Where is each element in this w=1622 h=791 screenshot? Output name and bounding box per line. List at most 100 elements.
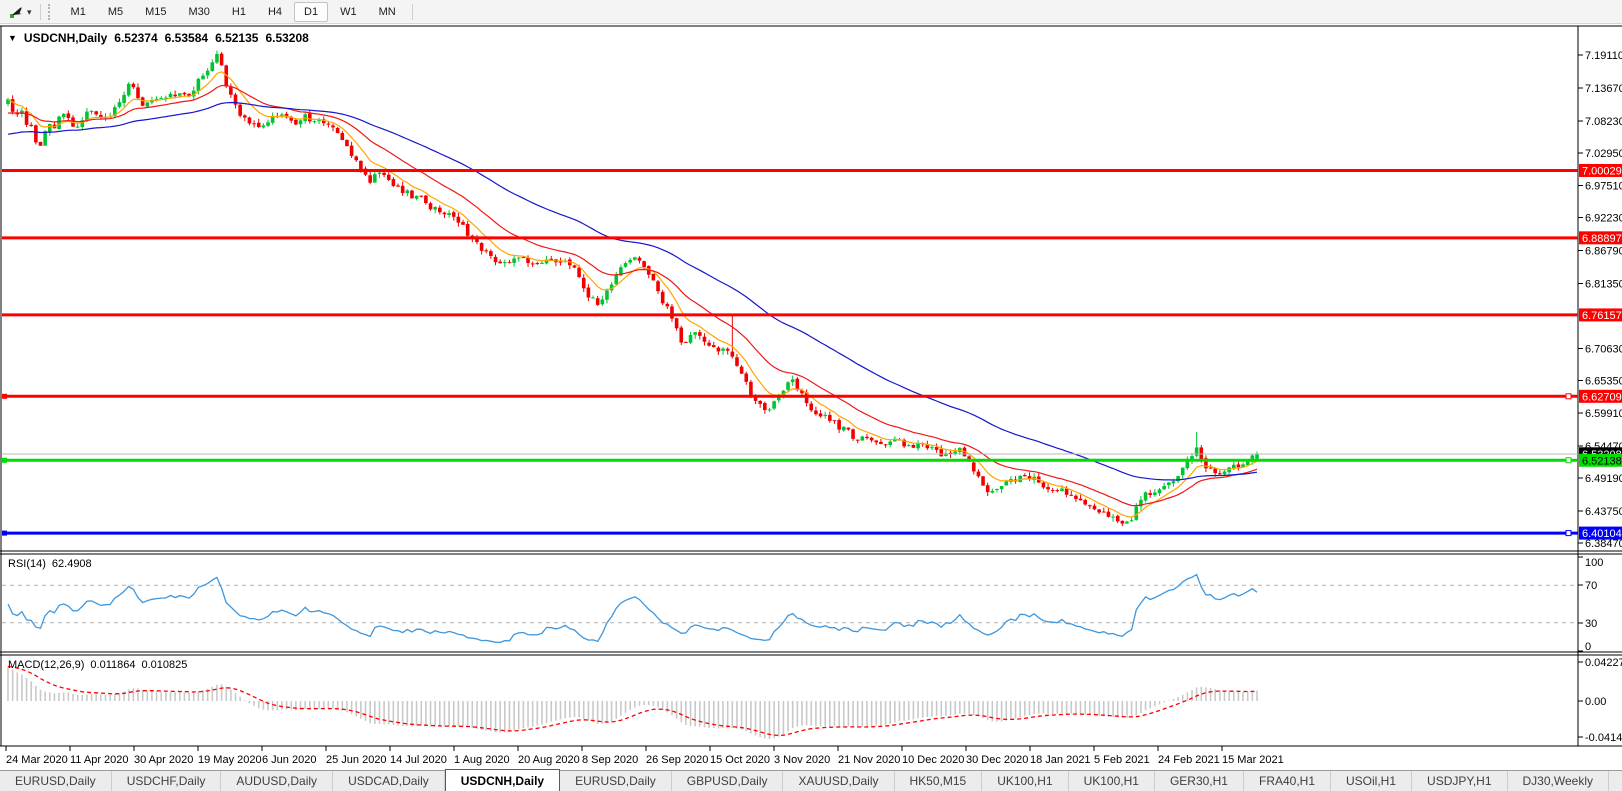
- candle-body: [438, 208, 442, 213]
- candle-body: [141, 97, 145, 105]
- y-axis-label: 7.02950: [1585, 148, 1622, 160]
- tab-usdcnh-daily[interactable]: USDCNH,Daily: [445, 769, 560, 791]
- candle-body: [814, 411, 818, 415]
- y-axis-label: 6.59910: [1585, 408, 1622, 420]
- candle-body: [424, 196, 428, 203]
- line-handle-right[interactable]: [1566, 458, 1571, 463]
- rsi-panel-label: RSI(14) 62.4908: [8, 558, 92, 570]
- candle-body: [684, 342, 688, 343]
- x-axis-date-label: 3 Nov 2020: [774, 754, 830, 766]
- candle-body: [1093, 506, 1097, 510]
- mt4-terminal: { "toolbar": { "dropdown_caret": "▾", "t…: [0, 0, 1622, 791]
- candle-body: [517, 257, 521, 258]
- candle-body: [145, 102, 149, 106]
- candle-body: [48, 124, 52, 132]
- candle-body: [433, 207, 437, 210]
- candle-body: [503, 262, 507, 263]
- candle-body: [336, 128, 340, 133]
- candle-body: [763, 403, 767, 410]
- candle-body: [480, 243, 484, 251]
- candle-body: [169, 94, 173, 97]
- candle-body: [266, 122, 270, 125]
- candle-body: [1209, 468, 1213, 469]
- candle-body: [220, 54, 224, 66]
- chart-canvas[interactable]: 7.191107.136707.082307.029506.975106.922…: [0, 0, 1622, 791]
- candle-body: [1097, 509, 1101, 512]
- price-tag-6.40104: 6.40104: [1579, 527, 1622, 541]
- x-axis-date-label: 1 Aug 2020: [454, 754, 510, 766]
- candle-body: [573, 265, 577, 267]
- y-axis-label: 6.86790: [1585, 246, 1622, 258]
- candle-body: [1199, 447, 1203, 459]
- candle-body: [401, 186, 405, 193]
- x-axis-date-label: 15 Oct 2020: [710, 754, 770, 766]
- moving-average-fast: [8, 72, 1257, 517]
- candle-body: [229, 87, 233, 95]
- candle-body: [382, 173, 386, 175]
- candle-body: [721, 349, 725, 351]
- svg-text:6.52138: 6.52138: [1582, 455, 1622, 467]
- chart-menu-arrow-icon[interactable]: ▼: [8, 33, 17, 43]
- candle-body: [498, 262, 502, 264]
- candle-body: [308, 113, 312, 121]
- candle-body: [1134, 506, 1138, 519]
- candle-body: [94, 111, 98, 114]
- candle-body: [378, 173, 382, 174]
- price-tag-6.52138: 6.52138: [1579, 454, 1622, 468]
- candle-body: [661, 292, 665, 303]
- candle-body: [29, 125, 33, 126]
- candle-body: [159, 98, 163, 99]
- candle-body: [981, 476, 985, 485]
- macd-histogram: [8, 666, 1257, 739]
- candle-body: [628, 260, 632, 263]
- candle-body: [210, 62, 214, 71]
- candle-body: [842, 427, 846, 431]
- y-axis-label: 6.70630: [1585, 343, 1622, 355]
- candle-body: [1237, 464, 1241, 467]
- candle-body: [178, 93, 182, 95]
- candle-body: [406, 190, 410, 193]
- candle-body: [447, 213, 451, 215]
- candle-body: [861, 436, 865, 440]
- candle-body: [703, 337, 707, 342]
- macd-signal-line: [8, 667, 1257, 736]
- y-axis-label: 7.13670: [1585, 83, 1622, 95]
- candle-body: [257, 123, 261, 127]
- candle-body: [856, 440, 860, 441]
- candle-body: [457, 217, 461, 223]
- candle-body: [1232, 465, 1236, 468]
- candle-body: [768, 409, 772, 410]
- candle-body: [1046, 487, 1050, 489]
- candle-body: [1223, 472, 1227, 475]
- candle-body: [1000, 486, 1004, 489]
- candle-body: [916, 444, 920, 449]
- line-handle-left[interactable]: [2, 458, 7, 463]
- candle-body: [670, 306, 674, 318]
- x-axis-date-label: 26 Sep 2020: [646, 754, 708, 766]
- line-handle-right[interactable]: [1566, 531, 1571, 536]
- line-handle-left[interactable]: [2, 394, 7, 399]
- candle-body: [136, 87, 140, 98]
- candle-body: [43, 131, 47, 145]
- candle-body: [243, 115, 247, 117]
- candle-body: [299, 120, 303, 124]
- line-handle-right[interactable]: [1566, 394, 1571, 399]
- candle-body: [1148, 493, 1152, 495]
- candle-body: [1060, 489, 1064, 492]
- candle-body: [847, 428, 851, 430]
- rsi-axis-label: 30: [1585, 618, 1597, 630]
- candle-body: [1125, 522, 1129, 524]
- candle-body: [392, 179, 396, 186]
- candle-body: [1158, 489, 1162, 493]
- line-handle-left[interactable]: [2, 531, 7, 536]
- candle-body: [772, 401, 776, 408]
- candle-body: [833, 420, 837, 421]
- svg-text:7.00029: 7.00029: [1582, 165, 1622, 177]
- rsi-axis-label: 100: [1585, 557, 1603, 569]
- candle-body: [313, 121, 317, 122]
- candle-body: [712, 345, 716, 347]
- candle-body: [443, 213, 447, 215]
- candle-body: [879, 442, 883, 444]
- candle-body: [419, 196, 423, 197]
- x-axis-date-label: 8 Sep 2020: [582, 754, 638, 766]
